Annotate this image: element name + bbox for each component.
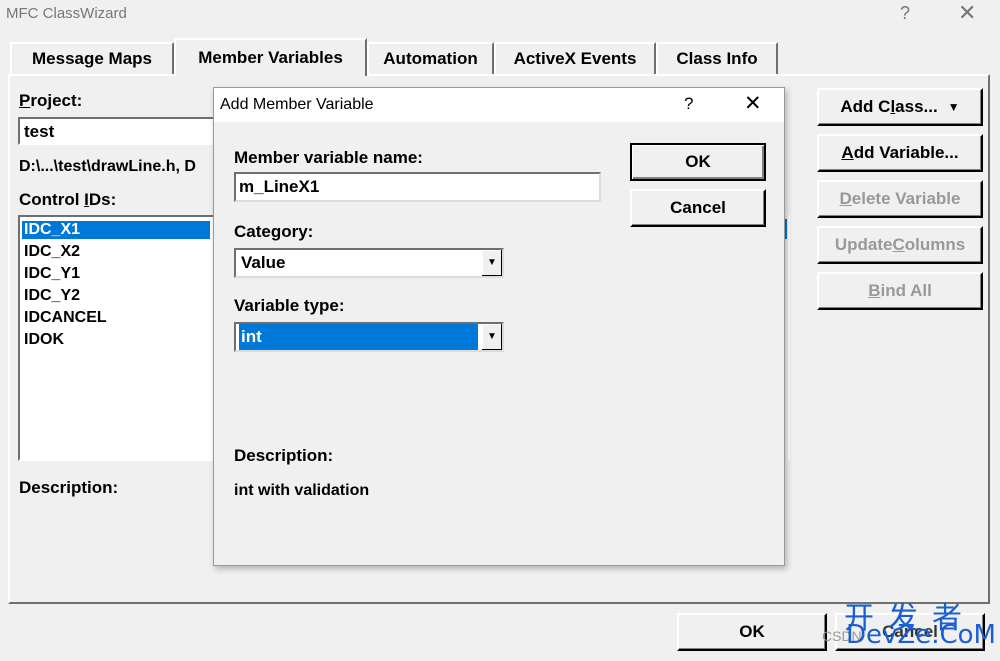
class-file-path: D:\...\test\drawLine.h, D bbox=[19, 158, 196, 175]
tab-automation[interactable]: Automation bbox=[367, 42, 494, 74]
variable-type-label: Variable type: bbox=[234, 296, 345, 315]
control-ids-label: Control IDs: bbox=[19, 190, 117, 209]
site-watermark-en: DevZe.CoM bbox=[846, 620, 996, 650]
dialog-description-label: Description: bbox=[234, 446, 334, 465]
ok-button[interactable]: OK bbox=[677, 613, 827, 651]
update-columns-button[interactable]: Update Columns bbox=[817, 226, 983, 264]
variable-type-select[interactable]: int ▼ bbox=[234, 322, 504, 352]
member-name-label: Member variable name: bbox=[234, 148, 423, 167]
category-label: Category: bbox=[234, 222, 314, 241]
list-item[interactable]: IDC_X2 bbox=[24, 243, 80, 261]
list-item[interactable]: IDC_Y1 bbox=[24, 265, 80, 283]
list-item[interactable]: IDCANCEL bbox=[24, 309, 107, 327]
list-item[interactable]: IDOK bbox=[24, 331, 64, 349]
project-value: test bbox=[24, 122, 55, 141]
help-icon[interactable]: ? bbox=[684, 94, 693, 114]
list-item[interactable]: IDC_Y2 bbox=[24, 287, 80, 305]
dialog-ok-button[interactable]: OK bbox=[630, 143, 766, 181]
dialog-titlebar: Add Member Variable ? ✕ bbox=[214, 88, 784, 122]
dialog-title: Add Member Variable bbox=[220, 96, 374, 113]
chevron-down-icon[interactable]: ▼ bbox=[481, 324, 502, 350]
window-title: MFC ClassWizard bbox=[6, 5, 127, 22]
category-select[interactable]: Value ▼ bbox=[234, 248, 504, 278]
control-ids-list[interactable]: IDC_X1 IDC_X2 IDC_Y1 IDC_Y2 IDCANCEL IDO… bbox=[18, 215, 218, 461]
delete-variable-button[interactable]: Delete Variable bbox=[817, 180, 983, 218]
member-name-input[interactable]: m_LineX1 bbox=[234, 172, 601, 202]
dialog-cancel-button[interactable]: Cancel bbox=[630, 189, 766, 227]
close-icon[interactable]: ✕ bbox=[958, 0, 976, 26]
close-icon[interactable]: ✕ bbox=[744, 91, 762, 116]
tab-member-variables[interactable]: Member Variables bbox=[174, 38, 367, 76]
chevron-down-icon: ▼ bbox=[947, 100, 960, 114]
window-titlebar: MFC ClassWizard ? ✕ bbox=[0, 0, 1000, 30]
add-variable-button[interactable]: Add Variable... bbox=[817, 134, 983, 172]
tab-message-maps[interactable]: Message Maps bbox=[10, 42, 174, 74]
add-class-button[interactable]: Add Cl ass... ▼ bbox=[817, 88, 983, 126]
add-member-variable-dialog: Add Member Variable ? ✕ Member variable … bbox=[213, 87, 785, 566]
chevron-down-icon[interactable]: ▼ bbox=[481, 250, 502, 276]
variable-type-value: int bbox=[239, 324, 478, 350]
bind-all-button[interactable]: Bind All bbox=[817, 272, 983, 310]
help-icon[interactable]: ? bbox=[900, 3, 910, 24]
dialog-description-value: int with validation bbox=[234, 482, 370, 499]
list-item[interactable]: IDC_X1 bbox=[22, 221, 210, 239]
member-list-selection bbox=[785, 219, 787, 239]
tab-class-info[interactable]: Class Info bbox=[656, 42, 778, 74]
tab-activex-events[interactable]: ActiveX Events bbox=[494, 42, 656, 74]
project-combo[interactable]: test bbox=[18, 117, 218, 145]
description-label: Description: bbox=[19, 478, 119, 497]
project-label: Project: bbox=[19, 91, 83, 110]
category-value: Value bbox=[241, 253, 286, 272]
